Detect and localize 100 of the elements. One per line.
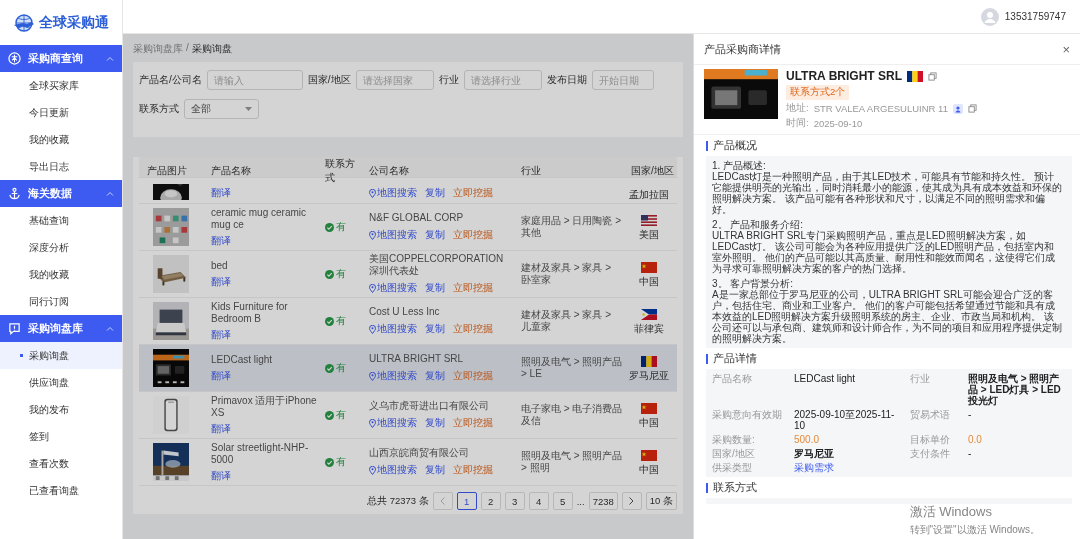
map-search-link[interactable]: 地图搜索 (369, 416, 417, 430)
product-name: Kids Furniture for Bedroom B (211, 300, 289, 325)
translate-link[interactable]: 翻译 (211, 422, 317, 436)
field-value: LEDCast light (794, 373, 857, 386)
map-search-link[interactable]: 地图搜索 (369, 228, 417, 242)
page-button[interactable]: 2 (480, 492, 501, 510)
section-title: 产品详情 (713, 352, 757, 366)
industry-path: 建材及家具 > 家具 > 儿童家 (521, 309, 612, 333)
table-row[interactable]: LEDCast light 翻译 有 ULTRA BRIGHT SRL 地图搜索 复制 立即挖掘 照明及电气 > 照明产品 > LE 罗马尼亚 (139, 345, 677, 392)
table-row[interactable]: ceramic mug ceramic mug ce 翻译 有 N&F GLOBAL CORP 地图搜索 复制 立即挖掘 家庭用品 > 日用陶瓷 > 其他 美国 (139, 204, 677, 251)
company-name: N&F GLOBAL CORP (369, 212, 465, 224)
close-button[interactable]: × (1062, 41, 1070, 57)
copy-link[interactable]: 复制 (425, 281, 445, 295)
country-name: 美国 (639, 228, 659, 240)
field-value[interactable]: 采购需求 (794, 462, 902, 473)
table-row[interactable]: bed 翻译 有 美国COPPELCORPORATION深圳代表处 地图搜索 复制 立即挖掘 建材及家具 > 家具 > 卧室家 中国 (139, 251, 677, 298)
page-button[interactable]: 5 (552, 492, 573, 510)
filter-label: 行业 (438, 73, 459, 87)
country-name: 罗马尼亚 (629, 369, 669, 381)
menu-group-header[interactable]: 海关数据 (0, 180, 122, 207)
page-size-select[interactable]: 10 条 (645, 492, 677, 510)
map-search-link[interactable]: 地图搜索 (369, 463, 417, 477)
translate-link[interactable]: 翻译 (211, 369, 317, 383)
menu-group-header[interactable]: 采购询盘库 (0, 315, 122, 342)
map-search-link[interactable]: 地图搜索 (369, 369, 417, 383)
paragraph-heading: 3。 客户背景分析: (712, 278, 795, 289)
map-search-link[interactable]: 地图搜索 (369, 322, 417, 336)
filter-input[interactable]: 请输入 (206, 70, 303, 90)
page-button[interactable]: 1 (456, 492, 477, 510)
copy-link[interactable]: 复制 (425, 463, 445, 477)
breadcrumb-separator: / (186, 42, 189, 55)
menu-group-header[interactable]: 采购商查询 (0, 45, 122, 72)
contact-count-tag: 联系方式2个 (786, 85, 850, 100)
mine-link[interactable]: 立即挖掘 (453, 369, 493, 383)
check-icon (325, 316, 334, 326)
page-button[interactable]: 7238 (588, 492, 618, 510)
breadcrumb-link[interactable]: 采购询盘库 (133, 42, 183, 56)
copy-link[interactable]: 复制 (425, 369, 445, 383)
mine-link[interactable]: 立即挖掘 (453, 228, 493, 242)
mine-link[interactable]: 立即挖掘 (453, 416, 493, 430)
pin-icon (369, 230, 376, 240)
menu-item[interactable]: 供应询盘 (0, 369, 122, 396)
next-page-button[interactable] (621, 492, 642, 510)
menu-item[interactable]: 同行订阅 (0, 288, 122, 315)
industry-path: 建材及家具 > 家具 > 卧室家 (521, 262, 612, 286)
column-header: 行业 (520, 164, 542, 178)
copy-link[interactable]: 复制 (425, 416, 445, 430)
mine-link[interactable]: 立即挖掘 (453, 463, 493, 477)
menu-item[interactable]: 我的收藏 (0, 261, 122, 288)
translate-link[interactable]: 翻译 (211, 234, 317, 248)
activation-title: 激活 Windows (909, 503, 993, 521)
translate-link[interactable]: 翻译 (211, 275, 317, 289)
copy-link[interactable]: 复制 (425, 322, 445, 336)
pin-icon (369, 283, 376, 293)
time-value: 2025-09-10 (813, 118, 863, 129)
mine-link[interactable]: 立即挖掘 (453, 186, 493, 200)
map-search-link[interactable]: 地图搜索 (369, 281, 417, 295)
field-label: 供采类型 (712, 462, 753, 473)
field-label: 支付条件 (910, 448, 951, 459)
menu-item[interactable]: 签到 (0, 423, 122, 450)
chevron-left-icon (440, 497, 446, 505)
filter-label: 国家/地区 (307, 73, 351, 87)
pin-icon (369, 465, 376, 475)
table-row[interactable]: Solar streetlight-NHP-5000 翻译 有 山西京皖商贸有限公司 地图搜索 复制 立即挖掘 照明及电气 > 照明产品 > 照明 中国 (139, 439, 677, 486)
translate-link[interactable]: 翻译 (211, 328, 317, 342)
copy-icon[interactable] (967, 104, 977, 113)
menu-item[interactable]: 全球买家库 (0, 72, 122, 99)
copy-link[interactable]: 复制 (425, 186, 445, 200)
menu-item[interactable]: 查看次数 (0, 450, 122, 477)
filter-input[interactable]: 请选择国家 (355, 70, 434, 90)
menu-item[interactable]: 导出日志 (0, 153, 122, 180)
translate-link[interactable]: 翻译 (211, 187, 317, 200)
flag-icon (641, 355, 657, 367)
page-button[interactable]: 3 (504, 492, 525, 510)
menu-item[interactable]: 采购询盘 (0, 342, 122, 369)
field-value: 500.0 (794, 434, 821, 445)
filter-input[interactable]: 请选择行业 (463, 70, 542, 90)
field-label: 产品名称 (712, 373, 753, 386)
table-row[interactable]: Primavox 适用于iPhone XS 翻译 有 义乌市虎哥进出口有限公司 地图搜索 复制 立即挖掘 电子家电 > 电子消费品及信 中国 (139, 392, 677, 439)
filter-select[interactable]: 全部 (184, 99, 259, 119)
copy-link[interactable]: 复制 (425, 228, 445, 242)
page-button[interactable]: 4 (528, 492, 549, 510)
menu-item[interactable]: 我的收藏 (0, 126, 122, 153)
field-value: - (968, 409, 973, 422)
mine-link[interactable]: 立即挖掘 (453, 322, 493, 336)
map-search-link[interactable]: 地图搜索 (369, 186, 417, 200)
dropdown-caret-icon (245, 107, 252, 111)
avatar-icon[interactable] (980, 7, 999, 26)
menu-item[interactable]: 基础查询 (0, 207, 122, 234)
translate-link[interactable]: 翻译 (211, 469, 317, 483)
section-title: 产品概况 (713, 139, 757, 153)
mine-link[interactable]: 立即挖掘 (453, 281, 493, 295)
menu-item[interactable]: 已查看询盘 (0, 477, 122, 504)
field-label: 采购数量: (712, 434, 756, 445)
prev-page-button[interactable] (432, 492, 453, 510)
menu-item[interactable]: 深度分析 (0, 234, 122, 261)
copy-icon[interactable] (928, 71, 937, 81)
menu-item[interactable]: 我的发布 (0, 396, 122, 423)
user-phone[interactable]: 13531759747 (1004, 11, 1066, 22)
menu-item[interactable]: 今日更新 (0, 99, 122, 126)
